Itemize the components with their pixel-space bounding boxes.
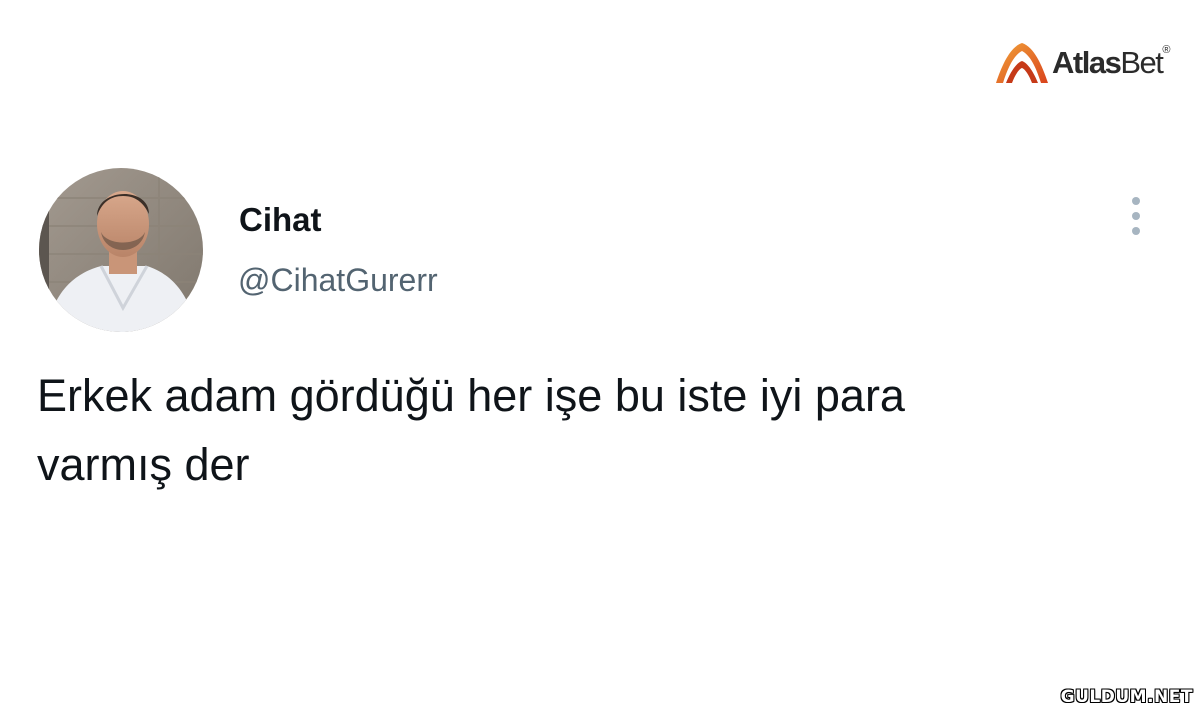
profile-photo — [39, 168, 203, 332]
site-watermark: GULDUM.NET — [1060, 687, 1193, 707]
display-name[interactable]: Cihat — [239, 201, 322, 239]
vertical-ellipsis-icon — [1132, 227, 1140, 235]
more-options-button[interactable] — [1120, 193, 1152, 239]
atlasbet-wordmark: AtlasBet® — [1052, 43, 1171, 80]
tweet-text: Erkek adam gördüğü her işe bu iste iyi p… — [37, 370, 905, 490]
logo-text-light: Bet — [1120, 44, 1164, 80]
registered-mark: ® — [1162, 43, 1171, 56]
atlasbet-logo-icon — [996, 43, 1048, 83]
atlasbet-logo: AtlasBet® — [992, 34, 1187, 90]
user-handle[interactable]: @CihatGurerr — [238, 262, 438, 299]
logo-text-bold: Atlas — [1052, 44, 1122, 80]
vertical-ellipsis-icon — [1132, 197, 1140, 205]
avatar[interactable] — [39, 168, 203, 332]
vertical-ellipsis-icon — [1132, 212, 1140, 220]
